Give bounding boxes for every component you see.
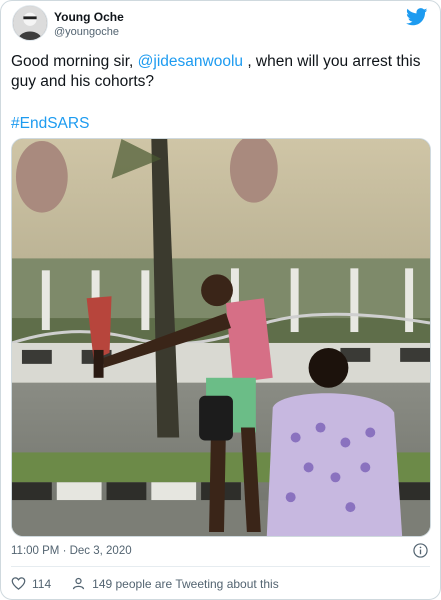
tweet-card: Young Oche @youngoche Good morning sir, … (0, 0, 441, 600)
person-icon[interactable] (71, 576, 86, 591)
author-handle[interactable]: @youngoche (54, 26, 119, 38)
mention-link[interactable]: @jidesanwoolu (138, 53, 243, 70)
tweet-text-before: Good morning sir, (11, 53, 138, 70)
tweet-photo[interactable] (11, 138, 431, 537)
divider (11, 566, 430, 567)
hashtag-link[interactable]: #EndSARS (11, 115, 89, 132)
twitter-bird-icon[interactable] (406, 8, 428, 26)
avatar[interactable] (12, 5, 48, 41)
engagement-bar: 114 149 people are Tweeting about this (11, 576, 279, 591)
tweeting-about-link[interactable]: 149 people are Tweeting about this (92, 577, 279, 591)
like-count[interactable]: 114 (32, 577, 51, 591)
tweet-timestamp[interactable]: 11:00 PM · Dec 3, 2020 (11, 545, 132, 557)
author-name[interactable]: Young Oche (54, 10, 124, 24)
tweet-text: Good morning sir, @jidesanwoolu , when w… (11, 52, 431, 92)
tweet-header: Young Oche @youngoche (12, 5, 430, 45)
photo-scene (12, 139, 430, 536)
avatar-image (13, 6, 47, 40)
info-icon[interactable] (413, 543, 428, 558)
hashtag-line: #EndSARS (11, 114, 89, 134)
heart-icon[interactable] (11, 576, 26, 591)
